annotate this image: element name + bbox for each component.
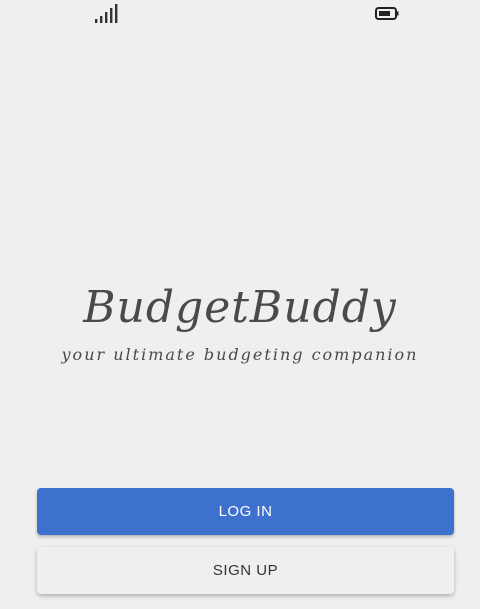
- signup-button[interactable]: SIGN UP: [37, 547, 454, 594]
- login-button[interactable]: LOG IN: [37, 488, 454, 535]
- signal-bars-icon: [95, 4, 118, 23]
- welcome-screen: BudgetBuddy your ultimate budgeting comp…: [0, 0, 480, 609]
- brand-block: BudgetBuddy your ultimate budgeting comp…: [0, 278, 480, 366]
- battery-icon: [375, 7, 399, 20]
- app-tagline: your ultimate budgeting companion: [61, 345, 419, 364]
- status-bar: [0, 0, 480, 28]
- app-title: BudgetBuddy: [83, 282, 397, 333]
